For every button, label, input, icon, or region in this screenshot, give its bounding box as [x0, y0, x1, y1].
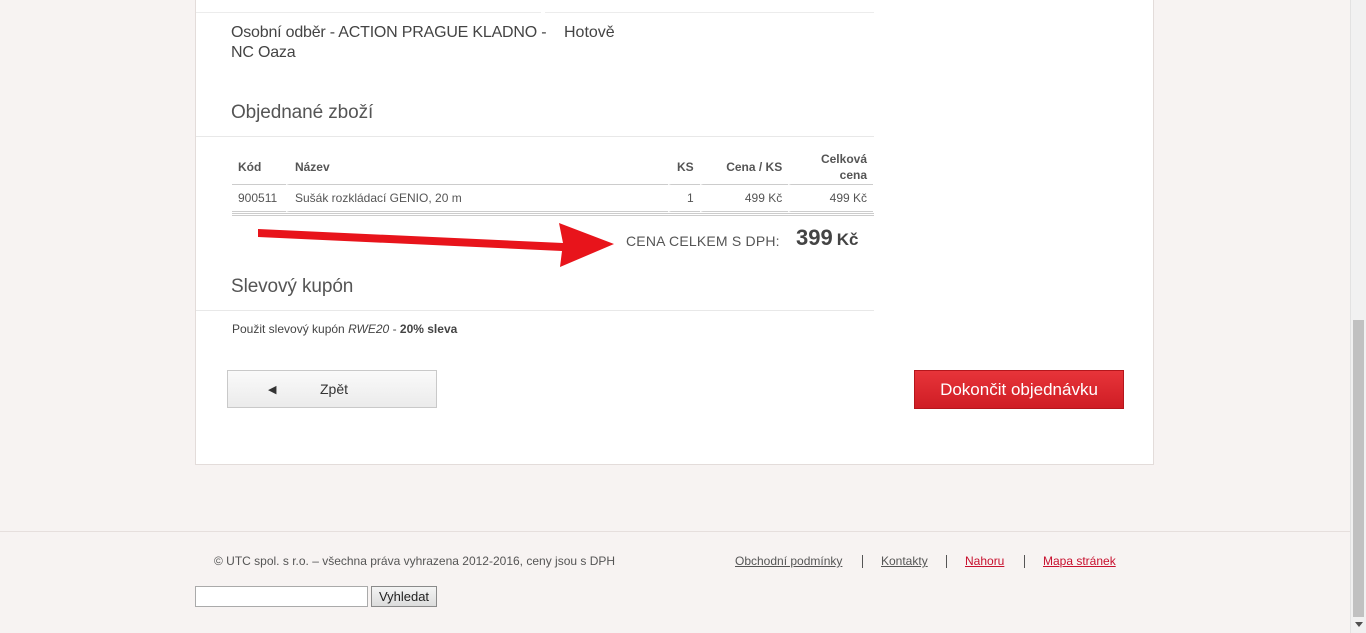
shipping-method: Osobní odběr - ACTION PRAGUE KLADNO - NC… — [231, 24, 547, 61]
coupon-prefix: Použit slevový kupón — [232, 322, 345, 336]
coupon-discount: 20% sleva — [399, 322, 458, 336]
payment-method: Hotově — [564, 24, 615, 41]
coupon-title: Slevový kupón — [231, 276, 354, 297]
back-button[interactable]: ◀ Zpět — [227, 370, 437, 408]
order-summary-panel: Osobní odběr - ACTION PRAGUE KLADNO - NC… — [195, 0, 1154, 465]
vertical-scrollbar[interactable] — [1350, 0, 1366, 633]
column-header-code: Kód — [232, 150, 286, 185]
total-price: 399 Kč — [796, 225, 858, 251]
total-label: CENA CELKEM S DPH: — [626, 233, 780, 249]
coupon-dash: - — [392, 322, 397, 336]
search-button[interactable]: Vyhledat — [371, 586, 437, 607]
column-header-name: Název — [285, 150, 668, 185]
ordered-goods-title: Objednané zboží — [231, 102, 374, 123]
link-separator — [1024, 555, 1025, 568]
link-terms[interactable]: Obchodní podmínky — [735, 554, 842, 568]
cell-total-price: 499 Kč — [788, 185, 873, 212]
total-amount: 399 — [796, 225, 833, 250]
divider — [196, 310, 874, 311]
coupon-code: RWE20 — [348, 322, 390, 336]
red-arrow-icon — [258, 223, 614, 267]
cell-unit-price: 499 Kč — [699, 185, 789, 212]
ordered-goods-table: Kód Název KS Cena / KS Celková cena 9005… — [232, 150, 873, 212]
scroll-down-icon[interactable] — [1355, 622, 1363, 627]
cell-name: Sušák rozkládací GENIO, 20 m — [285, 185, 668, 212]
left-triangle-icon: ◀ — [268, 384, 277, 396]
link-top[interactable]: Nahoru — [965, 554, 1004, 568]
column-header-qty: KS — [667, 150, 700, 185]
cell-code: 900511 — [232, 185, 286, 212]
link-separator — [862, 555, 863, 568]
finish-order-button[interactable]: Dokončit objednávku — [914, 370, 1124, 409]
footer-divider — [0, 531, 1350, 532]
search-input[interactable] — [195, 586, 368, 607]
column-header-total-price: Celková cena — [788, 150, 873, 185]
coupon-info: Použit slevový kupón RWE20 - 20% sleva — [232, 322, 457, 336]
table-bottom-border — [232, 213, 874, 216]
table-row: 900511 Sušák rozkládací GENIO, 20 m 1 49… — [232, 185, 873, 212]
scrollbar-thumb[interactable] — [1353, 320, 1364, 617]
link-sitemap[interactable]: Mapa stránek — [1043, 554, 1116, 568]
column-header-unit-price: Cena / KS — [699, 150, 789, 185]
table-header-row: Kód Název KS Cena / KS Celková cena — [232, 150, 873, 185]
divider — [196, 136, 874, 137]
back-button-label: Zpět — [320, 381, 349, 397]
total-currency: Kč — [836, 230, 859, 249]
link-contacts[interactable]: Kontakty — [881, 554, 928, 568]
copyright-text: © UTC spol. s r.o. – všechna práva vyhra… — [214, 554, 616, 568]
divider — [196, 12, 874, 13]
cell-qty: 1 — [667, 185, 700, 212]
link-separator — [946, 555, 947, 568]
